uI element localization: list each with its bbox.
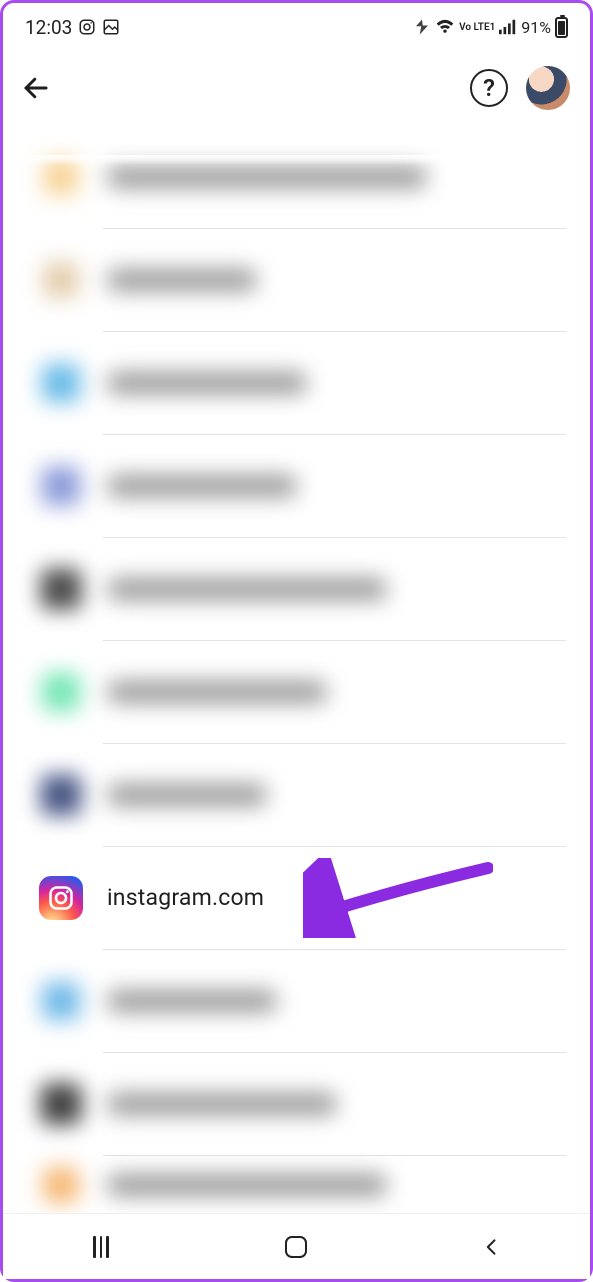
help-glyph: ? <box>483 74 495 102</box>
signal-icon <box>499 19 517 35</box>
help-button[interactable]: ? <box>470 69 508 107</box>
instagram-icon <box>39 876 83 920</box>
nav-back-button[interactable] <box>477 1232 507 1262</box>
site-label <box>107 578 387 600</box>
list-item[interactable] <box>3 434 590 537</box>
site-label: instagram.com <box>107 884 264 911</box>
passwords-list: instagram.com <box>3 125 590 1215</box>
gallery-status-icon <box>102 18 120 36</box>
site-icon <box>39 361 83 405</box>
site-label <box>107 990 277 1012</box>
battery-percent: 91% <box>521 18 551 37</box>
network-lte-label: Vo LTE1 <box>459 23 495 32</box>
site-icon <box>39 773 83 817</box>
status-bar: 12:03 Vo LTE1 91% <box>3 3 590 47</box>
list-item[interactable] <box>3 640 590 743</box>
site-icon <box>39 155 83 199</box>
android-navbar <box>3 1213 590 1279</box>
list-item[interactable] <box>3 537 590 640</box>
profile-avatar[interactable] <box>526 66 570 110</box>
site-label <box>107 269 257 291</box>
site-label <box>107 1093 337 1115</box>
list-item[interactable] <box>3 331 590 434</box>
list-item[interactable] <box>3 949 590 1052</box>
nav-recent-button[interactable] <box>86 1232 116 1262</box>
status-time: 12:03 <box>25 16 72 39</box>
site-icon <box>39 979 83 1023</box>
site-label <box>107 681 327 703</box>
site-label <box>107 372 307 394</box>
list-item[interactable] <box>3 1155 590 1215</box>
list-item[interactable] <box>3 228 590 331</box>
app-header: ? <box>3 47 590 125</box>
site-icon <box>39 1082 83 1126</box>
battery-icon <box>555 17 568 38</box>
site-icon <box>39 258 83 302</box>
site-label <box>107 475 297 497</box>
site-icon <box>39 1163 83 1207</box>
back-button[interactable] <box>19 71 53 105</box>
instagram-status-icon <box>78 18 96 36</box>
list-item-instagram[interactable]: instagram.com <box>3 846 590 949</box>
wifi-icon <box>435 19 455 35</box>
list-item[interactable] <box>3 125 590 228</box>
sync-status-icon <box>413 18 431 36</box>
site-label <box>107 784 267 806</box>
site-label <box>107 1174 387 1196</box>
site-icon <box>39 567 83 611</box>
list-item[interactable] <box>3 1052 590 1155</box>
site-icon <box>39 464 83 508</box>
list-item[interactable] <box>3 743 590 846</box>
site-label <box>107 166 427 188</box>
site-icon <box>39 670 83 714</box>
nav-home-button[interactable] <box>281 1232 311 1262</box>
